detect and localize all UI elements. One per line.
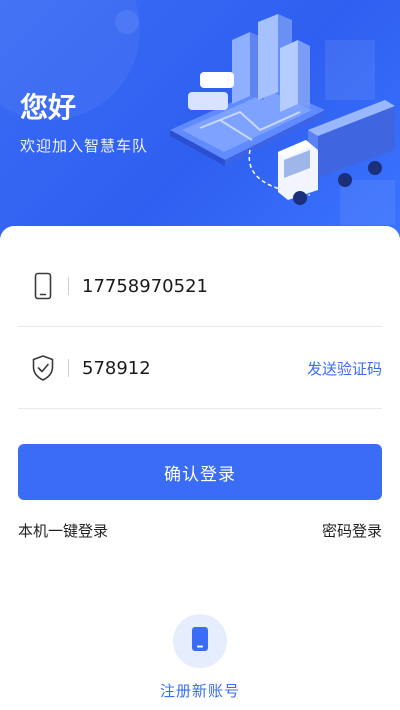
send-code-button[interactable]: 发送验证码	[307, 358, 382, 379]
register-button[interactable]	[173, 614, 227, 668]
confirm-login-button[interactable]: 确认登录	[18, 444, 382, 500]
phone-input[interactable]	[82, 275, 382, 297]
header-banner: 您好 欢迎加入智慧车队	[0, 0, 400, 240]
field-divider	[68, 277, 69, 295]
field-divider	[68, 359, 69, 377]
smart-fleet-illustration	[170, 14, 395, 225]
password-login-link[interactable]: 密码登录	[322, 520, 382, 541]
mobile-device-icon	[191, 626, 209, 656]
login-card: 发送验证码 确认登录 本机一键登录 密码登录 注册新账号	[0, 226, 400, 710]
welcome-subtitle: 欢迎加入智慧车队	[20, 137, 149, 155]
shield-check-icon	[30, 352, 56, 384]
greeting-title: 您好	[20, 91, 77, 124]
verification-code-input[interactable]	[82, 357, 307, 379]
phone-field	[18, 246, 382, 327]
register-link[interactable]: 注册新账号	[0, 680, 400, 701]
one-click-login-link[interactable]: 本机一键登录	[18, 520, 108, 541]
mobile-phone-icon	[30, 270, 56, 302]
code-field: 发送验证码	[18, 328, 382, 409]
